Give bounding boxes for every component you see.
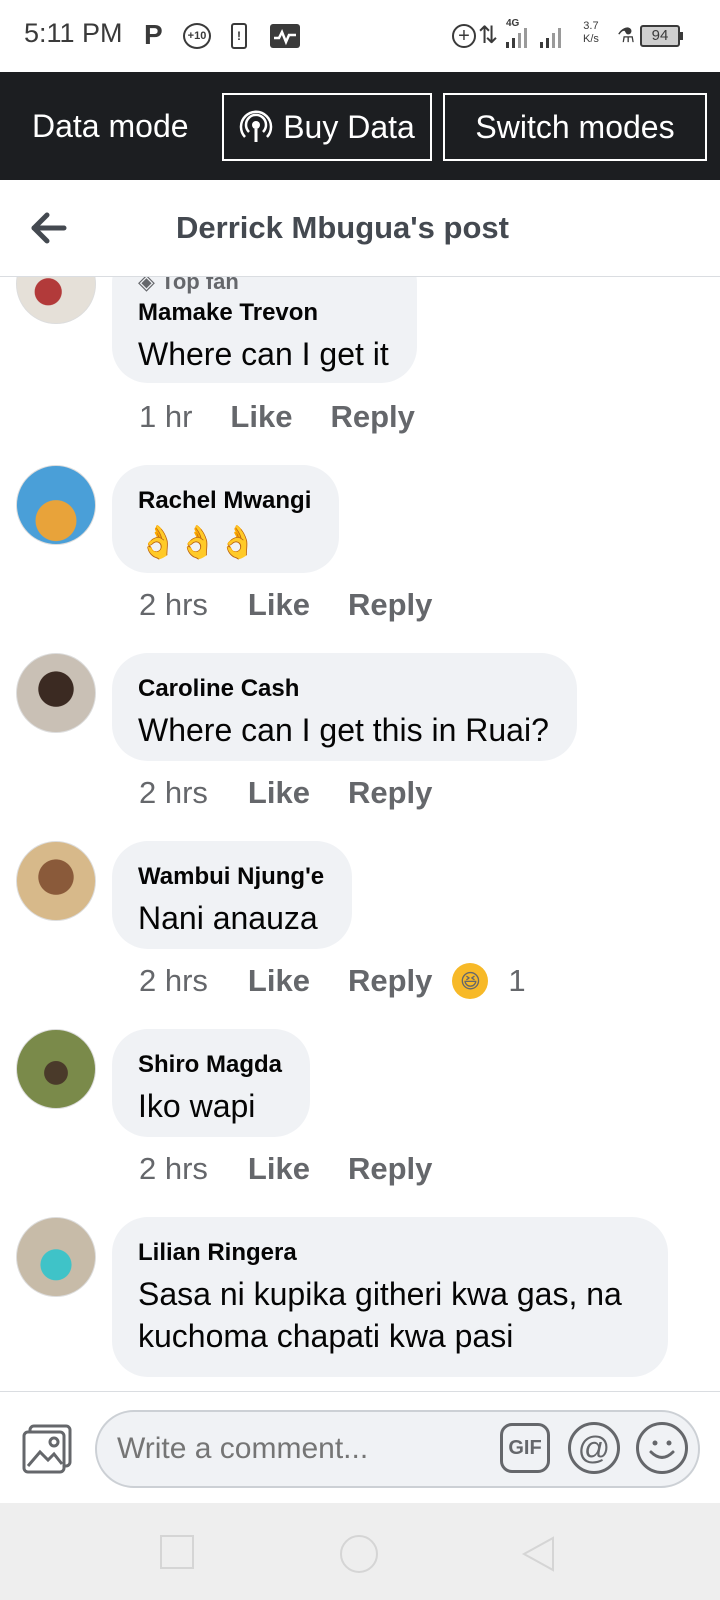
comment-author[interactable]: Rachel Mwangi — [138, 487, 311, 515]
parking-icon: P — [144, 19, 163, 50]
avatar[interactable] — [16, 1029, 96, 1109]
comment-actions: 2 hrs Like Reply — [139, 775, 452, 811]
comment-text: Nani anauza — [138, 900, 318, 936]
recents-icon[interactable] — [160, 1535, 194, 1569]
navigation-bar — [0, 1503, 720, 1600]
like-button[interactable]: Like — [248, 775, 310, 811]
avatar[interactable] — [16, 841, 96, 921]
comment-author[interactable]: Lilian Ringera — [138, 1239, 640, 1267]
like-button[interactable]: Like — [230, 399, 292, 435]
comment-author[interactable]: Shiro Magda — [138, 1051, 282, 1079]
like-button[interactable]: Like — [248, 963, 310, 999]
comment-text: 👌👌👌 — [138, 524, 258, 560]
comment-author[interactable]: Caroline Cash — [138, 675, 549, 703]
top-fan-badge: ◈ Top fan — [138, 277, 389, 295]
plus-ten-icon: +10 — [183, 23, 211, 49]
reply-button[interactable]: Reply — [348, 1151, 432, 1187]
data-mode-bar: Data mode Buy Data Switch modes — [0, 72, 720, 180]
photo-icon[interactable] — [22, 1424, 74, 1474]
comment-actions: 2 hrs Like Reply — [139, 587, 452, 623]
haha-reaction-icon[interactable]: 😆 — [452, 963, 489, 999]
page-title: Derrick Mbugua's post — [176, 210, 509, 245]
diamond-icon: ◈ — [138, 277, 162, 294]
switch-modes-button[interactable]: Switch modes — [443, 93, 707, 161]
post-header: Derrick Mbugua's post — [0, 180, 720, 277]
reply-button[interactable]: Reply — [348, 775, 432, 811]
data-mode-label: Data mode — [32, 108, 189, 144]
comment-author[interactable]: Mamake Trevon — [138, 299, 389, 327]
like-button[interactable]: Like — [248, 1151, 310, 1187]
reply-button[interactable]: Reply — [330, 399, 414, 435]
comment-text: Sasa ni kupika githeri kwa gas, na kucho… — [138, 1276, 622, 1354]
comment-time[interactable]: 2 hrs — [139, 963, 208, 999]
comment-actions: 2 hrs Like Reply 😆 1 — [139, 963, 526, 999]
like-button[interactable]: Like — [248, 587, 310, 623]
comment-bubble[interactable]: Rachel Mwangi 👌👌👌 — [112, 465, 340, 573]
comment-list[interactable]: ◈ Top fan Mamake Trevon Where can I get … — [0, 277, 720, 1391]
emoji-icon[interactable] — [636, 1422, 688, 1474]
gif-button[interactable]: GIF — [500, 1423, 550, 1473]
broadcast-icon — [239, 110, 273, 144]
activity-icon — [270, 24, 300, 48]
comment-time[interactable]: 1 hr — [139, 399, 192, 435]
signal-icon — [506, 26, 527, 48]
comment-author[interactable]: Wambui Njung'e — [138, 863, 324, 891]
comment-actions: 2 hrs Like Reply — [139, 1151, 452, 1187]
comment-bubble[interactable]: ◈ Top fan Mamake Trevon Where can I get … — [112, 277, 417, 383]
comment-text: Where can I get this in Ruai? — [138, 712, 549, 748]
comment-bubble[interactable]: Lilian Ringera Sasa ni kupika githeri kw… — [112, 1217, 668, 1377]
reaction-count[interactable]: 1 — [508, 963, 525, 999]
status-bar: 5:11 PM P +10 ! + ⇅ 4G 3.7 K/s ⚗ 94 — [0, 0, 720, 72]
comment-bubble[interactable]: Caroline Cash Where can I get this in Ru… — [112, 653, 577, 761]
signal-icon-2 — [540, 26, 561, 48]
back-icon[interactable] — [520, 1535, 556, 1578]
battery-icon: 94 — [640, 25, 683, 47]
home-icon[interactable] — [340, 1535, 378, 1573]
comment-bubble[interactable]: Wambui Njung'e Nani anauza — [112, 841, 353, 949]
buy-data-label: Buy Data — [283, 108, 415, 145]
comment-bubble[interactable]: Shiro Magda Iko wapi — [112, 1029, 311, 1137]
flask-icon: ⚗ — [617, 24, 635, 47]
reply-button[interactable]: Reply — [348, 587, 432, 623]
status-time: 5:11 PM — [24, 18, 123, 48]
avatar[interactable] — [16, 465, 96, 545]
comment-time[interactable]: 2 hrs — [139, 1151, 208, 1187]
avatar[interactable] — [16, 653, 96, 733]
comment-composer: GIF @ — [0, 1391, 720, 1503]
avatar[interactable] — [16, 1217, 96, 1297]
comment-time[interactable]: 2 hrs — [139, 775, 208, 811]
comment-actions: 1 hr Like Reply — [139, 399, 435, 435]
reply-button[interactable]: Reply — [348, 963, 432, 999]
data-transfer-icon: ⇅ — [478, 21, 499, 49]
sim-alert-icon: ! — [231, 23, 247, 49]
comment-time[interactable]: 2 hrs — [139, 587, 208, 623]
avatar[interactable] — [16, 277, 96, 324]
data-saver-icon: + — [452, 24, 476, 48]
comment-text: Iko wapi — [138, 1088, 256, 1124]
mention-button[interactable]: @ — [568, 1422, 620, 1474]
comment-text: Where can I get it — [138, 336, 389, 372]
network-speed: 3.7 K/s — [583, 20, 599, 45]
buy-data-button[interactable]: Buy Data — [222, 93, 432, 161]
